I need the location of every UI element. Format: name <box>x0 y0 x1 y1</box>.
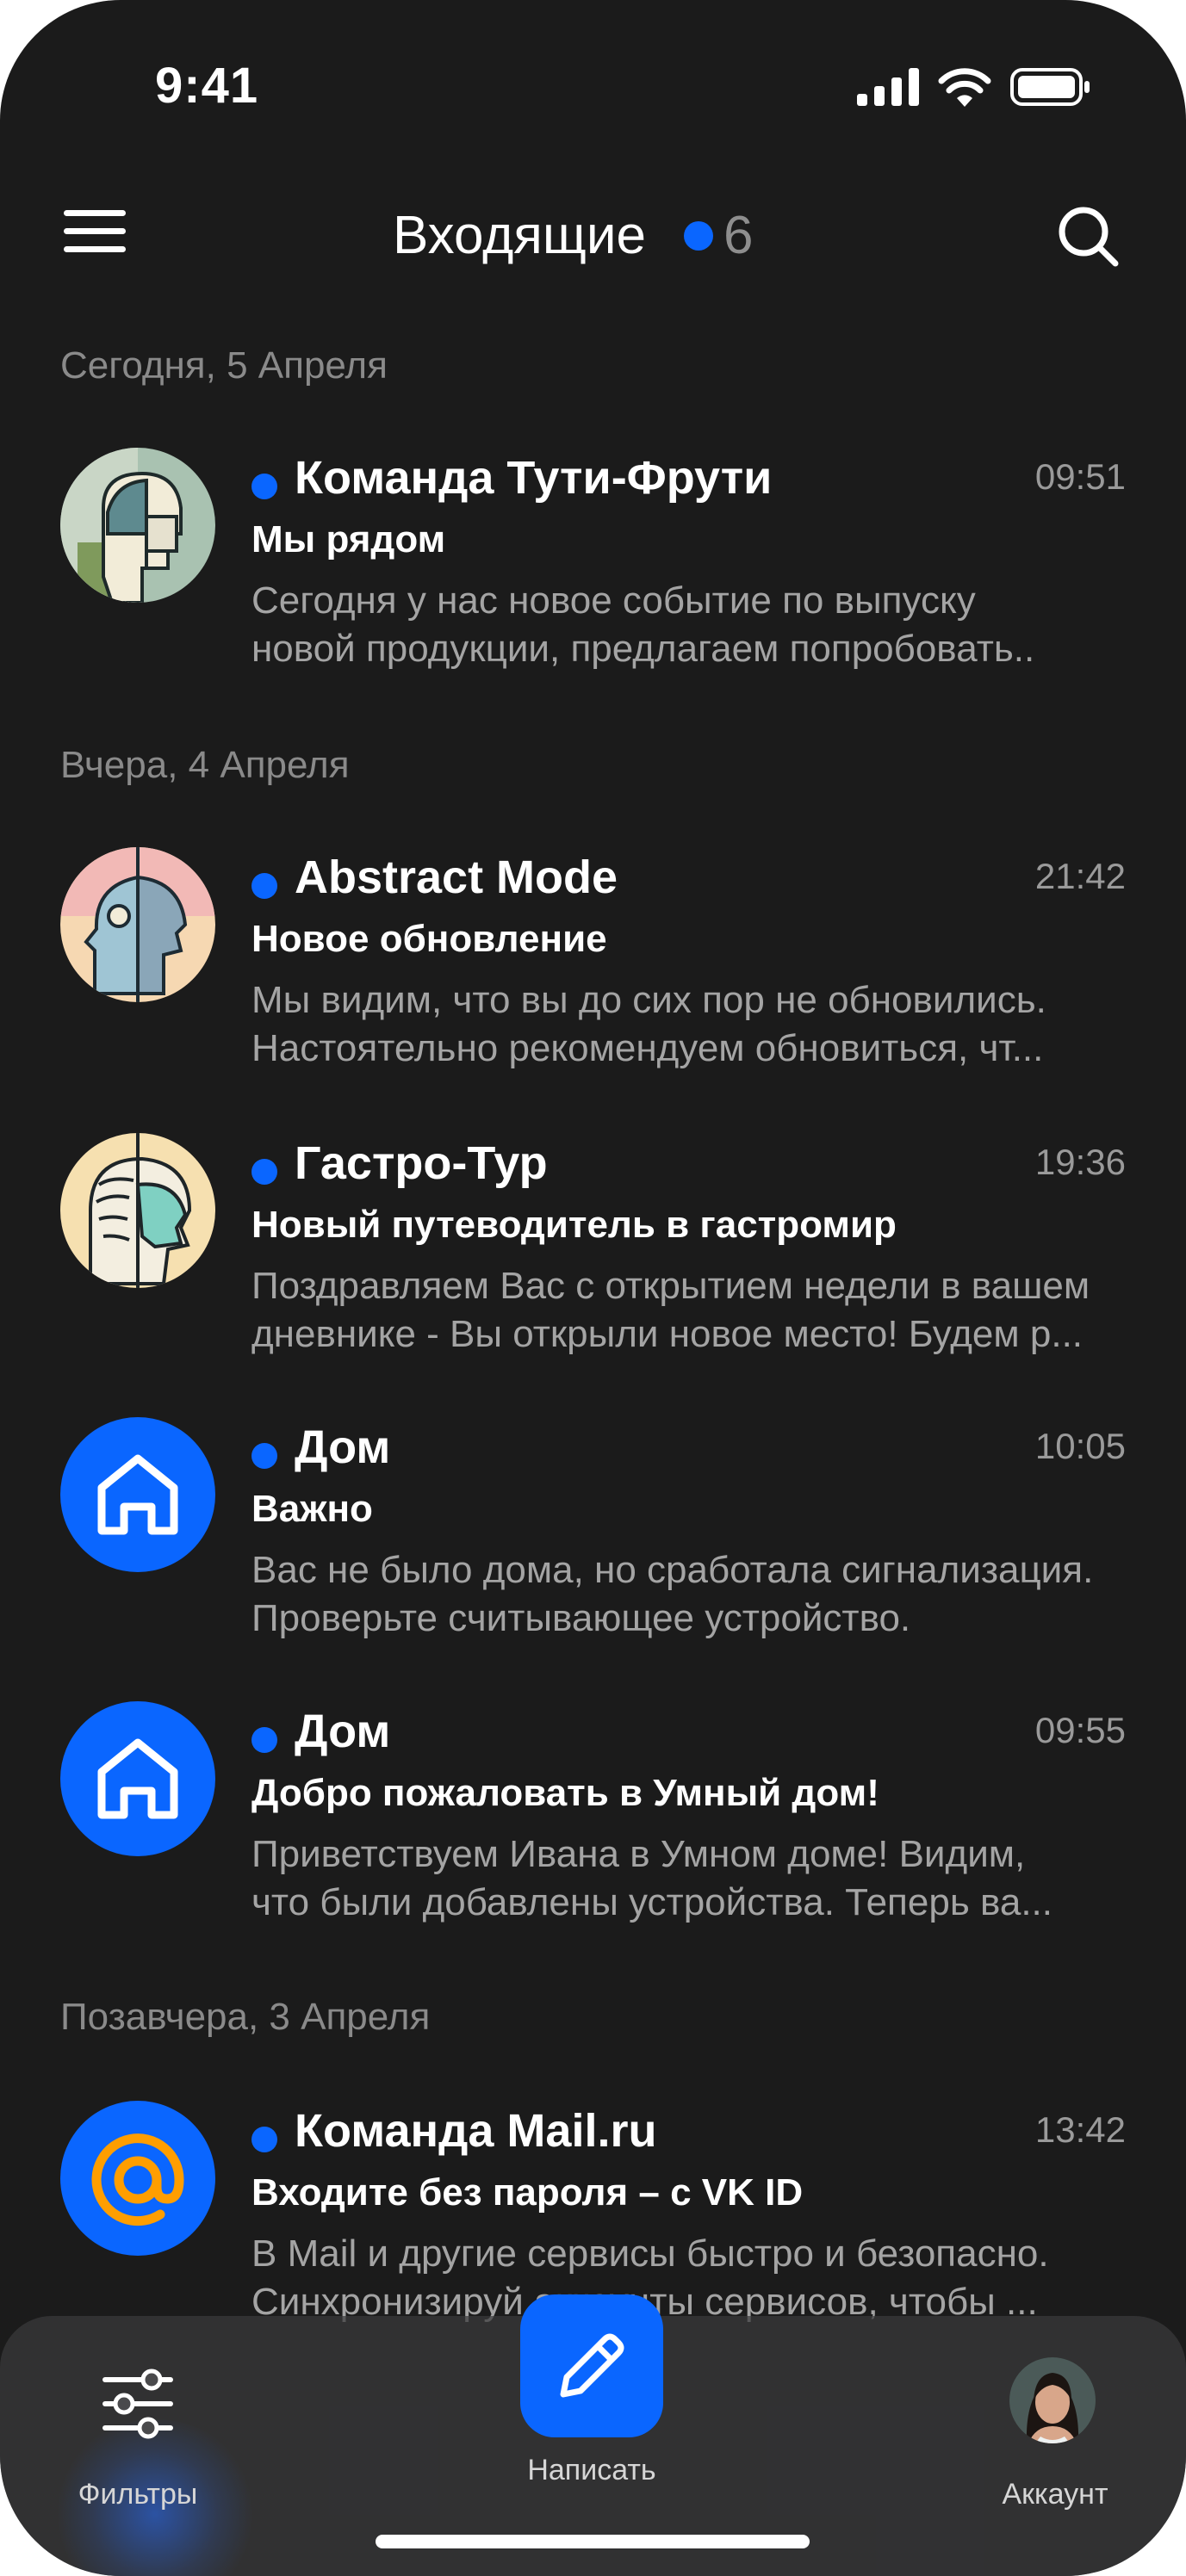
abstract-face-icon <box>60 1133 215 1288</box>
mail-sender: Гастро-Тур <box>295 1137 548 1189</box>
mail-item[interactable]: Дом 09:55 Добро пожаловать в Умный дом! … <box>0 1701 1186 1960</box>
date-header: Сегодня, 5 Апреля <box>60 344 388 387</box>
unread-dot-icon <box>251 873 277 899</box>
menu-icon-line <box>64 246 126 252</box>
mail-time: 19:36 <box>1034 1142 1126 1182</box>
home-icon <box>60 1417 215 1572</box>
menu-button[interactable] <box>64 207 126 255</box>
mail-preview-line: Поздравляем Вас с открытием недели в ваш… <box>251 1265 1090 1307</box>
home-indicator <box>376 2535 810 2548</box>
header-title-group[interactable]: Входящие 6 <box>393 205 753 266</box>
pencil-icon <box>560 2333 624 2398</box>
compose-button[interactable] <box>520 2294 663 2437</box>
avatar <box>1009 2357 1096 2443</box>
mail-subject: Входите без пароля – с VK ID <box>251 2171 804 2214</box>
mail-time: 09:55 <box>1034 1710 1126 1750</box>
mail-sender: Команда Тути-Фрути <box>295 452 773 504</box>
mail-item[interactable]: Команда Тути-Фрути 09:51 Мы рядом Сегодн… <box>0 448 1186 706</box>
mail-sender: Abstract Mode <box>295 851 618 903</box>
mail-preview-line: Приветствуем Ивана в Умном доме! Видим, <box>251 1833 1026 1875</box>
status-time: 9:41 <box>155 58 259 114</box>
mail-preview-line: новой продукции, предлагаем попробовать.… <box>251 628 1035 670</box>
menu-icon-line <box>64 228 126 234</box>
mail-sender: Дом <box>295 1706 391 1757</box>
unread-dot-icon <box>251 1159 277 1185</box>
unread-dot-icon <box>683 220 713 251</box>
unread-dot-icon <box>251 1727 277 1753</box>
mail-time: 13:42 <box>1034 2109 1126 2150</box>
mail-preview: В Mail и другие сервисы быстро и безопас… <box>251 2230 1130 2326</box>
unread-dot-icon <box>251 1443 277 1469</box>
mail-item[interactable]: Abstract Mode 21:42 Новое обновление Мы … <box>0 847 1186 1105</box>
mail-preview-line: Проверьте считывающее устройство. <box>251 1597 911 1639</box>
mail-subject: Новый путеводитель в гастромир <box>251 1204 897 1246</box>
filters-label: Фильтры <box>78 2478 198 2511</box>
home-icon <box>60 1701 215 1856</box>
status-icons <box>857 67 1091 107</box>
account-tab[interactable]: Аккаунт <box>982 2357 1128 2530</box>
mail-sender: Дом <box>295 1421 391 1473</box>
mail-item[interactable]: Гастро-Тур 19:36 Новый путеводитель в га… <box>0 1133 1186 1391</box>
mail-subject: Добро пожаловать в Умный дом! <box>251 1772 879 1814</box>
mail-preview: Вас не было дома, но сработала сигнализа… <box>251 1546 1130 1643</box>
mail-subject: Новое обновление <box>251 918 607 960</box>
signal-icon <box>857 68 919 106</box>
mail-subject: Важно <box>251 1488 373 1530</box>
mail-preview-line: Мы видим, что вы до сих пор не обновилис… <box>251 979 1046 1021</box>
phone-screen: 9:41 Входящие 6 Сегодня, 5 Апреля Команд… <box>0 0 1186 2576</box>
battery-icon <box>1010 68 1090 106</box>
mail-preview: Сегодня у нас новое событие по выпуску н… <box>251 577 1130 673</box>
date-header: Вчера, 4 Апреля <box>60 744 350 786</box>
mail-preview-line: дневнике - Вы открыли новое место! Будем… <box>251 1313 1084 1355</box>
mail-preview-line: Настоятельно рекомендуем обновиться, чт.… <box>251 1027 1044 1069</box>
wifi-icon <box>938 68 991 107</box>
mail-time: 09:51 <box>1034 456 1126 497</box>
mail-preview: Мы видим, что вы до сих пор не обновилис… <box>251 976 1130 1073</box>
date-header: Позавчера, 3 Апреля <box>60 1996 431 2038</box>
search-icon[interactable] <box>1055 203 1121 269</box>
mail-preview-line: Сегодня у нас новое событие по выпуску <box>251 579 976 622</box>
mail-sender: Команда Mail.ru <box>295 2105 657 2157</box>
unread-dot-icon <box>251 2127 277 2152</box>
abstract-face-icon <box>60 448 215 603</box>
mail-preview-line: В Mail и другие сервисы быстро и безопас… <box>251 2232 1049 2275</box>
unread-count: 6 <box>723 206 754 265</box>
abstract-face-icon <box>60 847 215 1002</box>
mail-preview: Поздравляем Вас с открытием недели в ваш… <box>251 1262 1130 1359</box>
page-title: Входящие <box>393 206 646 265</box>
filters-icon <box>102 2369 173 2439</box>
unread-dot-icon <box>251 474 277 499</box>
mail-subject: Мы рядом <box>251 518 446 560</box>
mail-time: 21:42 <box>1034 856 1126 896</box>
mail-preview: Приветствуем Ивана в Умном доме! Видим, … <box>251 1830 1130 1927</box>
menu-icon <box>64 210 126 216</box>
mail-preview-line: Вас не было дома, но сработала сигнализа… <box>251 1549 1094 1591</box>
account-label: Аккаунт <box>1002 2478 1108 2511</box>
at-sign-icon <box>60 2101 215 2256</box>
filters-tab[interactable]: Фильтры <box>52 2359 224 2523</box>
mail-preview-line: что были добавлены устройства. Теперь ва… <box>251 1881 1052 1923</box>
compose-label: Написать <box>527 2454 656 2486</box>
mail-time: 10:05 <box>1034 1426 1126 1466</box>
mail-item[interactable]: Дом 10:05 Важно Вас не было дома, но сра… <box>0 1417 1186 1675</box>
